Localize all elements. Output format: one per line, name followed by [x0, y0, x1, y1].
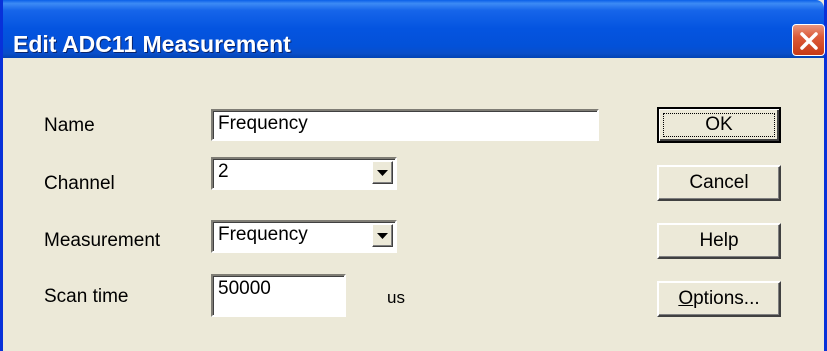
- help-button-label: Help: [699, 230, 739, 251]
- title-bar[interactable]: Edit ADC11 Measurement: [3, 0, 825, 58]
- focus-rectangle: [663, 113, 775, 137]
- name-input[interactable]: Frequency: [211, 109, 599, 141]
- channel-label: Channel: [44, 173, 115, 194]
- scan-time-unit: us: [387, 288, 405, 307]
- ok-button[interactable]: OK: [657, 107, 781, 143]
- close-icon: [800, 32, 818, 50]
- dialog-window: Edit ADC11 Measurement Name Frequency Ch…: [0, 0, 827, 351]
- chevron-down-icon: [377, 170, 388, 176]
- chevron-down-icon: [377, 233, 388, 239]
- name-input-value: Frequency: [218, 113, 308, 134]
- name-label: Name: [44, 115, 95, 136]
- scan-time-input-value: 50000: [218, 278, 271, 299]
- cancel-button-label: Cancel: [689, 172, 749, 193]
- close-button[interactable]: [792, 24, 825, 56]
- measurement-dropdown-button[interactable]: [372, 224, 393, 247]
- cancel-button[interactable]: Cancel: [657, 165, 781, 201]
- channel-dropdown-button[interactable]: [372, 161, 393, 184]
- options-button-mnemonic: O: [678, 288, 694, 309]
- channel-select-value: 2: [218, 161, 229, 182]
- measurement-select[interactable]: Frequency: [211, 220, 397, 253]
- scan-time-input[interactable]: 50000: [211, 274, 346, 317]
- options-button[interactable]: Options...: [657, 281, 781, 317]
- channel-select[interactable]: 2: [211, 157, 397, 190]
- scan-time-label: Scan time: [44, 286, 129, 307]
- options-button-label: ptions...: [693, 288, 760, 309]
- measurement-label: Measurement: [44, 230, 161, 251]
- window-title: Edit ADC11 Measurement: [13, 31, 291, 57]
- measurement-select-value: Frequency: [218, 224, 308, 245]
- help-button[interactable]: Help: [657, 223, 781, 259]
